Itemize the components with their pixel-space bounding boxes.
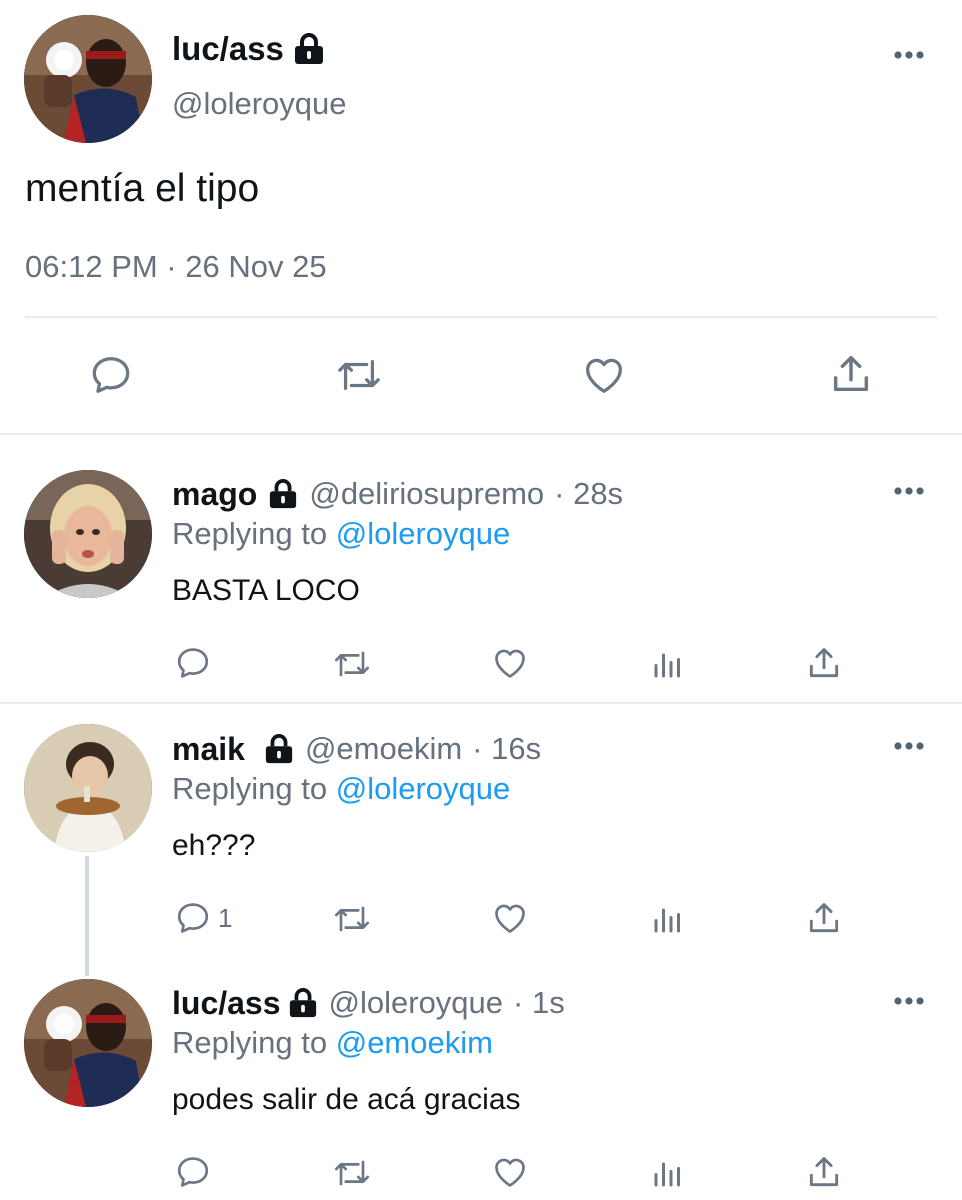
more-icon[interactable] [893, 739, 925, 753]
views-button[interactable] [650, 1155, 686, 1191]
reply-icon [174, 644, 212, 682]
more-icon[interactable] [893, 994, 925, 1008]
reply-count: 1 [218, 902, 233, 933]
author-name[interactable]: maik [172, 729, 245, 769]
share-button[interactable] [805, 898, 843, 938]
reply-time: · 28s [554, 476, 624, 511]
avatar[interactable] [24, 15, 152, 143]
tweet-timestamp[interactable]: 06:12 PM · 26 Nov 25 [25, 247, 327, 287]
author-handle[interactable]: @emoekim [305, 729, 462, 769]
lock-icon [292, 33, 326, 65]
thread-line [85, 856, 89, 976]
lock-icon [263, 734, 295, 764]
share-button[interactable] [805, 1152, 843, 1192]
replying-to: Replying to @emoekim [172, 1023, 493, 1063]
reply-text: BASTA LOCO [172, 574, 360, 607]
reply-header: maik @emoekim · 16s [172, 729, 541, 769]
share-icon [828, 350, 874, 398]
reply-header: mago @deliriosupremo · 28s [172, 474, 623, 514]
reply-time: · 1s [513, 985, 565, 1020]
reply-button[interactable] [174, 1153, 212, 1191]
author-handle[interactable]: @deliriosupremo [309, 474, 544, 514]
heart-icon [490, 644, 530, 682]
views-button[interactable] [650, 646, 686, 682]
lock-icon [267, 479, 299, 509]
author-name[interactable]: luc/ass [172, 28, 284, 70]
share-icon [805, 1152, 843, 1192]
author-name[interactable]: luc/ass [172, 983, 281, 1023]
reply-button[interactable] [174, 644, 212, 682]
retweet-button[interactable] [330, 1154, 374, 1192]
heart-icon [580, 352, 628, 398]
author-handle[interactable]: @loleroyque [329, 983, 504, 1023]
reply-icon [174, 899, 212, 937]
mention-link[interactable]: @emoekim [336, 1025, 493, 1060]
like-button[interactable] [490, 899, 530, 937]
reply-text: podes salir de acá gracias [172, 1083, 521, 1116]
retweet-icon [330, 645, 374, 683]
more-icon[interactable] [893, 48, 925, 62]
mention-link[interactable]: @loleroyque [336, 516, 511, 551]
mention-link[interactable]: @loleroyque [336, 771, 511, 806]
divider [25, 316, 937, 318]
retweet-icon [330, 900, 374, 938]
like-button[interactable] [490, 1153, 530, 1191]
share-icon [805, 643, 843, 683]
retweet-icon [332, 352, 386, 398]
retweet-icon [330, 1154, 374, 1192]
like-button[interactable] [490, 644, 530, 682]
more-icon[interactable] [893, 484, 925, 498]
author-name[interactable]: mago [172, 474, 257, 514]
reply-button[interactable] [88, 352, 134, 398]
author-name-row: luc/ass [172, 28, 326, 70]
replying-to: Replying to @loleroyque [172, 769, 510, 809]
heart-icon [490, 1153, 530, 1191]
views-icon [650, 901, 686, 937]
retweet-button[interactable] [330, 900, 374, 938]
replying-prefix: Replying to [172, 1025, 328, 1060]
tweet-text: mentía el tipo [25, 167, 260, 210]
reply-text: eh??? [172, 829, 256, 862]
reply-button[interactable]: 1 [174, 899, 232, 937]
section-divider [0, 702, 962, 704]
reply-header: luc/ass @loleroyque · 1s [172, 983, 565, 1023]
avatar[interactable] [24, 979, 152, 1107]
heart-icon [490, 899, 530, 937]
views-button[interactable] [650, 901, 686, 937]
retweet-button[interactable] [332, 352, 386, 398]
share-button[interactable] [828, 350, 874, 398]
lock-icon [287, 988, 319, 1018]
retweet-button[interactable] [330, 645, 374, 683]
avatar[interactable] [24, 724, 152, 852]
share-icon [805, 898, 843, 938]
section-divider [0, 433, 962, 435]
replying-prefix: Replying to [172, 771, 328, 806]
avatar[interactable] [24, 470, 152, 598]
replying-prefix: Replying to [172, 516, 328, 551]
views-icon [650, 646, 686, 682]
views-icon [650, 1155, 686, 1191]
reply-icon [174, 1153, 212, 1191]
author-handle[interactable]: @loleroyque [172, 84, 347, 124]
share-button[interactable] [805, 643, 843, 683]
reply-time: · 16s [472, 731, 542, 766]
like-button[interactable] [580, 352, 628, 398]
replying-to: Replying to @loleroyque [172, 514, 510, 554]
reply-icon [88, 352, 134, 398]
